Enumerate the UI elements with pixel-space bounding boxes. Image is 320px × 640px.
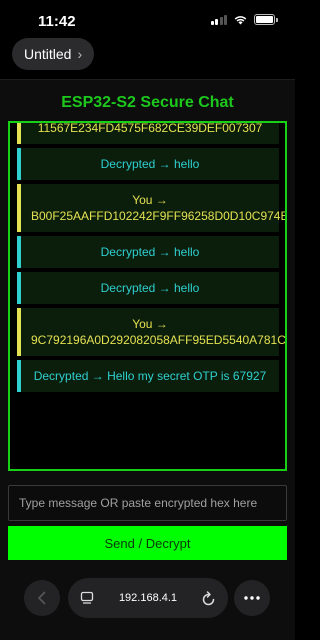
sent-message: You → 11567E234FD4575F682CE39DEF007307 bbox=[17, 123, 279, 144]
page-title: Untitled bbox=[24, 46, 72, 62]
reload-icon[interactable] bbox=[201, 589, 217, 607]
chat-scroll: You → 11567E234FD4575F682CE39DEF007307 De… bbox=[17, 123, 285, 396]
sent-message: You → 9C792196A0D292082058AFF95ED5540A78… bbox=[17, 308, 285, 356]
decrypted-message: Decrypted → hello bbox=[17, 148, 279, 180]
more-icon bbox=[244, 596, 260, 600]
wifi-icon bbox=[234, 16, 247, 25]
chat-log[interactable]: You → 11567E234FD4575F682CE39DEF007307 De… bbox=[8, 121, 287, 471]
decrypted-message: Decrypted → hello bbox=[17, 272, 279, 304]
message-input[interactable] bbox=[8, 485, 287, 521]
decrypted-message: Decrypted → hello bbox=[17, 236, 279, 268]
signal-icon bbox=[210, 14, 227, 25]
status-time: 11:42 bbox=[38, 13, 76, 30]
chevron-right-icon: › bbox=[77, 46, 83, 62]
back-button[interactable] bbox=[24, 580, 60, 616]
decrypted-message: Decrypted → Hello my secret OTP is 67927 bbox=[17, 360, 279, 392]
more-button[interactable] bbox=[234, 580, 270, 616]
status-icons bbox=[210, 14, 278, 25]
page-title-button[interactable]: Untitled › bbox=[12, 38, 95, 70]
web-page: ESP32-S2 Secure Chat You → 11567E234FD45… bbox=[0, 80, 295, 568]
chat-heading: ESP32-S2 Secure Chat bbox=[61, 94, 234, 111]
sent-message: You → B00F25AAFFD102242F9FF96258D0D10C97… bbox=[17, 184, 285, 232]
battery-icon bbox=[254, 14, 278, 25]
address-bar[interactable]: 192.168.4.1 bbox=[68, 578, 228, 618]
send-decrypt-button[interactable]: Send / Decrypt bbox=[8, 526, 287, 560]
status-bar: 11:42 bbox=[0, 0, 295, 40]
back-arrow-icon bbox=[38, 591, 46, 605]
browser-toolbar: 192.168.4.1 bbox=[0, 568, 295, 640]
